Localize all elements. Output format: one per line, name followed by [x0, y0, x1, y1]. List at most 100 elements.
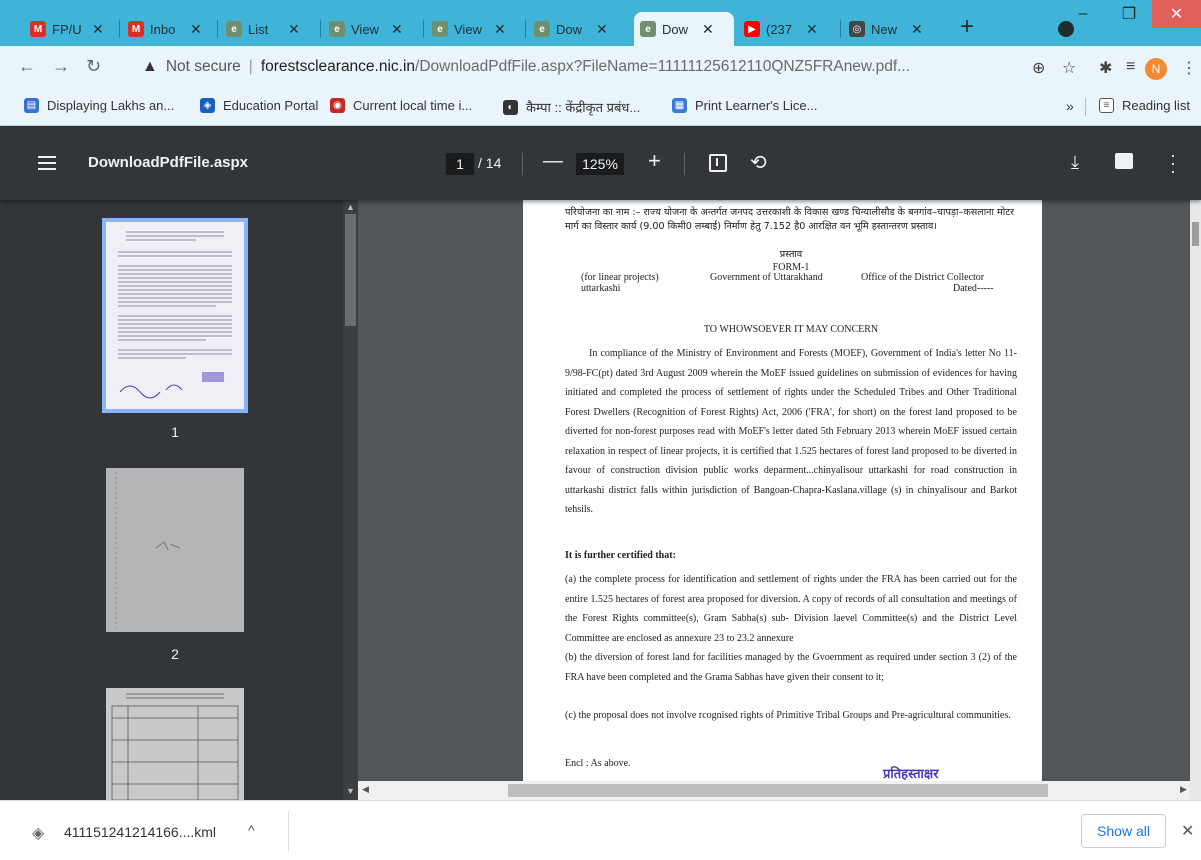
bookmark-item[interactable]: ▤ Displaying Lakhs an...	[24, 98, 174, 113]
browser-tab[interactable]: e View ✕	[323, 12, 419, 46]
url-host[interactable]: forestsclearance.nic.in	[261, 58, 415, 76]
bookmark-favicon-icon: ◈	[200, 98, 215, 113]
media-icon[interactable]: ≡	[1126, 58, 1135, 76]
tab-close-icon[interactable]: ✕	[702, 21, 714, 38]
tab-divider	[119, 20, 120, 38]
scroll-down-icon[interactable]: ▼	[346, 786, 355, 796]
pdf-toolbar: DownloadPdfFile.aspx 1 / 14 — 125% + ⟲ ⤓…	[0, 126, 1201, 200]
browser-tab[interactable]: e List ✕	[220, 12, 316, 46]
download-icon[interactable]: ⤓	[1071, 152, 1079, 173]
scroll-up-icon[interactable]: ▲	[346, 202, 355, 212]
browser-tab[interactable]: e Dow ✕	[528, 12, 624, 46]
tab-title: FP/U	[52, 21, 82, 37]
chrome-menu-icon[interactable]: ⋮	[1181, 58, 1197, 78]
clause-c: (c) the proposal does not involve rcogni…	[565, 710, 1011, 721]
project-title-hindi: परियोजना का नाम :– राज्य योजना के अन्तर्…	[565, 207, 1015, 232]
url-path[interactable]: /DownloadPdfFile.aspx?FileName=111111256…	[415, 58, 910, 76]
reading-list-button[interactable]: ≡ Reading list	[1099, 98, 1190, 113]
back-icon[interactable]: ←	[18, 56, 36, 77]
tab-close-icon[interactable]: ✕	[596, 21, 608, 38]
browser-tab[interactable]: M FP/U ✕	[24, 12, 120, 46]
new-tab-button[interactable]: +	[960, 12, 974, 42]
tab-divider	[840, 20, 841, 38]
download-item-name[interactable]: 411151241214166....kml	[64, 824, 216, 840]
bookmark-label: कैम्पा :: केंद्रीकृत प्रबंध...	[526, 100, 641, 115]
browser-tab[interactable]: e View ✕	[426, 12, 522, 46]
tab-close-icon[interactable]: ✕	[806, 21, 818, 38]
zoom-out-button[interactable]: —	[543, 150, 563, 173]
tab-divider	[217, 20, 218, 38]
security-label[interactable]: Not secure	[166, 58, 241, 76]
bookmark-item[interactable]: ◉ Current local time i...	[330, 98, 472, 113]
hamburger-menu-icon[interactable]	[38, 156, 56, 174]
zoom-level-input[interactable]: 125%	[576, 153, 624, 175]
thumbnail-3-preview	[106, 688, 244, 800]
extensions-icon[interactable]: ✱	[1099, 58, 1112, 78]
tab-close-icon[interactable]: ✕	[494, 21, 506, 38]
bookmark-item[interactable]: ▦ Print Learner's Lice...	[672, 98, 817, 113]
reading-list-label: Reading list	[1122, 98, 1190, 113]
bookmark-item[interactable]: ◈ Education Portal	[200, 98, 318, 113]
restore-icon[interactable]: ❐	[1106, 0, 1152, 28]
tab-close-icon[interactable]: ✕	[391, 21, 403, 38]
thumbnail-2-preview	[106, 468, 244, 632]
browser-tab[interactable]: ◎ New ✕	[843, 12, 939, 46]
bookmark-label: Current local time i...	[353, 98, 473, 113]
tab-close-icon[interactable]: ✕	[190, 21, 202, 38]
bookmark-favicon-icon: ▦	[672, 98, 687, 113]
page-vertical-scrollbar-thumb[interactable]	[1192, 222, 1199, 246]
tab-strip: M FP/U ✕ M Inbo ✕ e List ✕ e View ✕ e View ✕ e Dow ✕ e Dow ✕…	[0, 0, 1201, 46]
dated-label: Dated-----	[953, 283, 994, 294]
thumbnail-sidebar: 1 2	[0, 200, 343, 800]
reload-icon[interactable]: ↻	[86, 56, 101, 77]
page-thumbnail[interactable]	[106, 468, 244, 632]
pdf-title: DownloadPdfFile.aspx	[88, 154, 249, 171]
browser-tab[interactable]: ▶ (237 ✕	[738, 12, 834, 46]
scroll-left-icon[interactable]: ◀	[362, 784, 369, 795]
address-bar[interactable]: ▲ Not secure | forestsclearance.nic.in/D…	[138, 52, 1018, 82]
page-number-input[interactable]: 1	[446, 153, 474, 175]
close-icon[interactable]: ✕	[1181, 821, 1194, 841]
tab-title: (237	[766, 21, 793, 37]
fit-to-page-icon[interactable]	[709, 154, 727, 172]
tab-title: View	[351, 21, 379, 37]
tab-close-icon[interactable]: ✕	[911, 21, 923, 38]
chevron-up-icon[interactable]: ^	[248, 822, 255, 838]
page-vertical-scrollbar[interactable]	[1190, 200, 1201, 800]
site-icon: e	[534, 21, 550, 37]
bookmarks-bar: ▤ Displaying Lakhs an... ◈ Education Portal…	[0, 88, 1201, 126]
tab-title: New	[871, 21, 898, 37]
window-close-icon[interactable]: ✕	[1152, 0, 1201, 28]
zoom-in-button[interactable]: +	[648, 148, 661, 174]
bookmark-favicon-icon: ◐	[503, 99, 518, 115]
show-all-button[interactable]: Show all	[1081, 814, 1166, 848]
minimize-icon[interactable]: –	[1060, 0, 1106, 28]
print-icon[interactable]	[1115, 153, 1133, 169]
toolbar-divider	[522, 153, 523, 175]
bookmark-star-icon[interactable]: ☆	[1062, 58, 1076, 78]
rotate-icon[interactable]: ⟲	[750, 150, 767, 175]
more-options-icon[interactable]: · · ·	[1170, 146, 1176, 180]
sidebar-scrollbar-thumb[interactable]	[345, 214, 356, 326]
browser-tab[interactable]: e Dow ✕	[634, 12, 734, 46]
profile-avatar[interactable]: N	[1145, 58, 1167, 80]
openai-icon: ◎	[849, 21, 865, 37]
page-horizontal-scrollbar-thumb[interactable]	[508, 784, 1048, 797]
tab-close-icon[interactable]: ✕	[92, 21, 104, 38]
enclosure-note: Encl : As above.	[565, 758, 631, 769]
scroll-right-icon[interactable]: ▶	[1180, 784, 1187, 795]
gmail-icon: M	[128, 21, 144, 37]
bookmark-item[interactable]: ◐ कैम्पा :: केंद्रीकृत प्रबंध...	[503, 98, 640, 116]
government-label: Government of Uttarakhand	[710, 272, 823, 283]
zoom-icon[interactable]: ⊕	[1032, 58, 1045, 78]
bookmark-label: Print Learner's Lice...	[695, 98, 818, 113]
warning-icon[interactable]: ▲	[142, 58, 158, 76]
page-thumbnail[interactable]	[102, 218, 248, 413]
bookmarks-overflow-button[interactable]: »	[1066, 98, 1074, 114]
tab-title: Inbo	[150, 21, 176, 37]
tab-close-icon[interactable]: ✕	[288, 21, 300, 38]
browser-tab[interactable]: M Inbo ✕	[122, 12, 218, 46]
page-thumbnail[interactable]	[106, 688, 244, 800]
forward-icon[interactable]: →	[52, 56, 70, 77]
reading-list-icon: ≡	[1099, 98, 1114, 113]
